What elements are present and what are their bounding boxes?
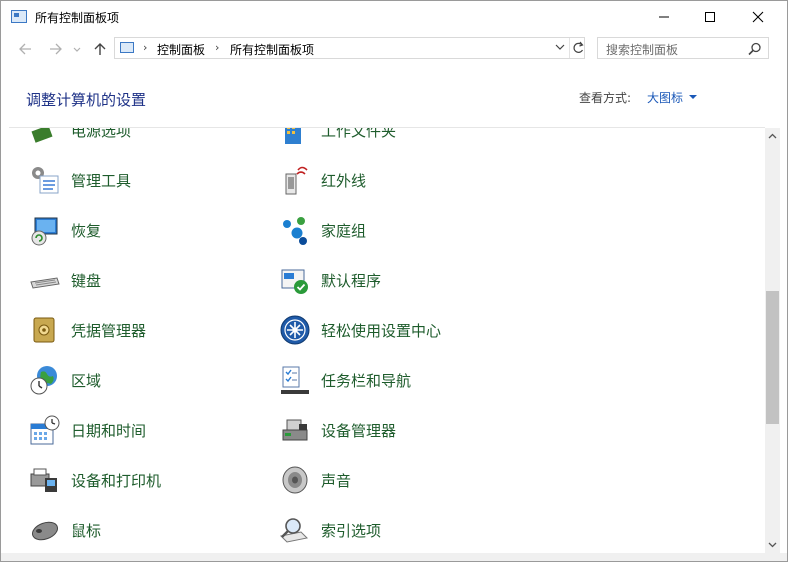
refresh-button[interactable]	[569, 38, 587, 58]
scroll-thumb[interactable]	[766, 291, 779, 424]
chevron-down-icon	[73, 47, 81, 52]
sound-icon	[282, 466, 308, 494]
region-icon	[30, 366, 57, 395]
item-label: 任务栏和导航	[321, 372, 412, 390]
recovery-icon	[31, 217, 58, 246]
breadcrumb-separator-icon[interactable]: ›	[215, 41, 219, 54]
control-panel-app-icon	[11, 10, 27, 23]
maximize-icon	[705, 12, 715, 22]
caret-down-icon[interactable]	[689, 95, 697, 99]
power-options-icon	[31, 128, 53, 143]
item-infrared[interactable]: 红外线	[279, 160, 509, 200]
date-time-icon	[30, 415, 60, 445]
item-default-programs[interactable]: 默认程序	[279, 260, 509, 300]
arrow-up-icon	[94, 43, 106, 55]
chevron-up-icon	[768, 133, 777, 139]
close-button[interactable]	[735, 1, 781, 33]
item-label: 键盘	[71, 272, 102, 290]
search-icon[interactable]	[748, 42, 762, 56]
item-label: 轻松使用设置中心	[321, 322, 442, 340]
minimize-button[interactable]	[641, 1, 687, 33]
item-date-time[interactable]: 日期和时间	[29, 410, 259, 450]
back-button[interactable]	[15, 39, 37, 59]
admin-tools-icon	[32, 167, 59, 194]
item-label: 家庭组	[321, 222, 367, 240]
window-bottom-edge	[1, 553, 787, 561]
address-bar[interactable]: › 控制面板 › 所有控制面板项	[114, 37, 585, 59]
keyboard-icon	[30, 277, 60, 289]
item-label: 设备和打印机	[71, 472, 162, 490]
item-work-folders[interactable]: 工作文件夹	[279, 128, 509, 150]
breadcrumb-control-panel[interactable]: 控制面板	[157, 41, 205, 58]
navigation-bar: › 控制面板 › 所有控制面板项 搜索控制面板	[1, 33, 787, 65]
item-label: 索引选项	[321, 522, 382, 540]
item-label: 电源选项	[71, 128, 132, 140]
item-admin-tools[interactable]: 管理工具	[29, 160, 259, 200]
item-sound[interactable]: 声音	[279, 460, 509, 500]
window-title: 所有控制面板项	[35, 11, 120, 25]
item-device-manager[interactable]: 设备管理器	[279, 410, 509, 450]
up-button[interactable]	[89, 39, 111, 59]
content-header: 调整计算机的设置 查看方式: 大图标	[1, 65, 787, 127]
arrow-right-icon	[50, 43, 62, 55]
item-mouse[interactable]: 鼠标	[29, 510, 259, 550]
indexing-options-icon	[279, 518, 309, 543]
item-devices-printers[interactable]: 设备和打印机	[29, 460, 259, 500]
item-power-options[interactable]: 电源选项	[29, 128, 259, 150]
title-bar: 所有控制面板项	[1, 1, 787, 33]
view-by-label: 查看方式:	[579, 91, 632, 105]
items-grid: 电源选项 工作文件夹 管理工具 红外线 恢复 家庭组 键盘 默认程序 凭据管理器…	[1, 128, 765, 553]
vertical-scrollbar[interactable]	[765, 128, 780, 553]
chevron-down-icon	[768, 542, 777, 548]
address-dropdown-icon[interactable]	[555, 44, 565, 52]
item-label: 日期和时间	[71, 422, 147, 440]
item-credential-manager[interactable]: 凭据管理器	[29, 310, 259, 350]
control-panel-window: 所有控制面板项 › 控制面板 › 所有控制面板项 搜索控制面板 调整计算机的设置…	[0, 0, 788, 562]
item-label: 设备管理器	[321, 422, 397, 440]
device-manager-icon	[282, 419, 308, 441]
close-icon	[752, 11, 764, 23]
devices-printers-icon	[30, 468, 57, 492]
view-by-dropdown[interactable]: 大图标	[647, 89, 683, 106]
item-label: 红外线	[321, 172, 367, 190]
item-label: 默认程序	[321, 272, 382, 290]
scroll-down-button[interactable]	[765, 537, 780, 553]
breadcrumb-separator-icon[interactable]: ›	[143, 41, 147, 54]
maximize-button[interactable]	[687, 1, 733, 33]
minimize-icon	[659, 16, 669, 18]
item-keyboard[interactable]: 键盘	[29, 260, 259, 300]
scroll-up-button[interactable]	[765, 128, 780, 144]
item-label: 工作文件夹	[321, 128, 397, 140]
item-indexing-options[interactable]: 索引选项	[279, 510, 509, 550]
credential-manager-icon	[33, 317, 55, 343]
control-panel-small-icon	[120, 42, 134, 53]
recent-locations-button[interactable]	[71, 39, 83, 59]
refresh-icon	[573, 41, 584, 53]
item-label: 鼠标	[71, 522, 102, 540]
infrared-icon	[285, 166, 308, 195]
homegroup-icon	[283, 217, 307, 245]
item-label: 区域	[71, 372, 102, 390]
search-input[interactable]: 搜索控制面板	[606, 41, 678, 58]
item-homegroup[interactable]: 家庭组	[279, 210, 509, 250]
item-label: 凭据管理器	[71, 322, 147, 340]
mouse-icon	[31, 521, 59, 541]
item-label: 恢复	[71, 222, 102, 240]
work-folders-icon	[285, 128, 301, 144]
item-taskbar-navigation[interactable]: 任务栏和导航	[279, 360, 509, 400]
search-box[interactable]: 搜索控制面板	[597, 37, 769, 59]
page-title: 调整计算机的设置	[26, 91, 147, 109]
item-ease-of-access[interactable]: 轻松使用设置中心	[279, 310, 509, 350]
arrow-left-icon	[19, 43, 31, 55]
ease-of-access-icon	[280, 315, 310, 345]
item-label: 声音	[321, 472, 352, 490]
item-recovery[interactable]: 恢复	[29, 210, 259, 250]
breadcrumb-all-items[interactable]: 所有控制面板项	[230, 41, 314, 58]
item-region[interactable]: 区域	[29, 360, 259, 400]
forward-button[interactable]	[45, 39, 67, 59]
default-programs-icon	[281, 269, 308, 294]
item-label: 管理工具	[71, 172, 132, 190]
taskbar-navigation-icon	[281, 366, 309, 394]
